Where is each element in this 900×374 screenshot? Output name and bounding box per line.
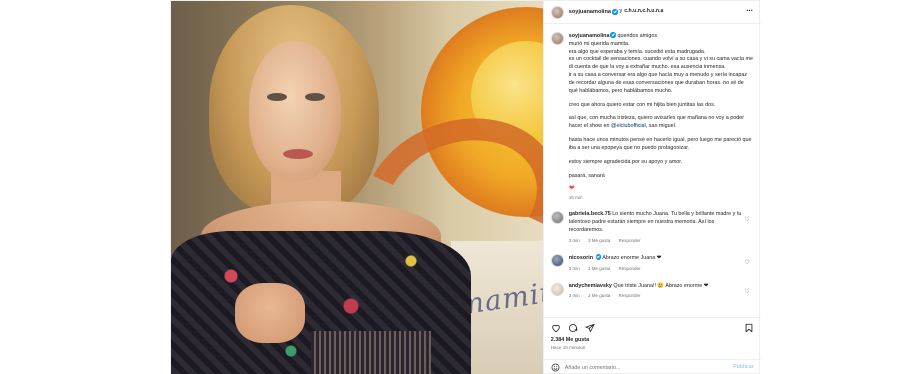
comment-time[interactable]: 3 min (569, 293, 580, 298)
caption-paragraph-5: estoy siempre agradecida por su apoyo y … (568, 158, 683, 165)
woman-right-eye (305, 93, 325, 101)
author-avatar[interactable] (550, 5, 564, 19)
comment-likes[interactable]: 2 Me gusta (588, 293, 610, 298)
comment-input[interactable] (564, 364, 705, 371)
post-actions: 2.384 Me gusta Hace 15 minutos (543, 317, 761, 359)
likes-count[interactable]: 2.384 Me gusta (551, 337, 754, 345)
caption-paragraph-1: soyjuanamolina queridos amigos murió mi … (569, 32, 754, 96)
heart-icon[interactable] (551, 323, 561, 333)
collaborator-username[interactable]: c.h.u.n.c.h.u.n.a (624, 8, 663, 16)
caption-paragraph-4: hasta hace unos minutos pensé en hacerlo… (568, 137, 752, 151)
comment-username[interactable]: andychemiavsky (569, 283, 612, 289)
comment-text: Abrazo enorme Juana ❤ (602, 255, 662, 262)
woman-hand (235, 283, 305, 343)
comment-reply-button[interactable]: Responder (619, 238, 641, 243)
post-header: soyjuanamolina y c.h.u.n.c.h.u.n.a ··· (543, 1, 761, 24)
commenter-verified-icon (595, 254, 601, 260)
caption-username[interactable]: soyjuanamolina (569, 33, 610, 39)
comments-scroll-area[interactable]: soyjuanamolina queridos amigos murió mi … (544, 27, 761, 317)
comment-text: Que triste Juana!! 😢 Abrazo enorme ❤ (613, 282, 709, 289)
collab-separator: y (619, 8, 623, 15)
verified-badge-icon (612, 9, 618, 15)
woman-face (249, 41, 341, 181)
caption-mention-suffix: , san miguel. (645, 123, 677, 130)
comment-reply-button[interactable]: Responder (619, 266, 641, 271)
comment-username[interactable]: nicosorin (569, 255, 593, 261)
caption-text-1: queridos amigos murió mi querida mamita.… (568, 33, 754, 94)
comment-like-heart-icon[interactable]: ♡ (744, 216, 749, 225)
action-icons-row (551, 321, 754, 335)
author-username[interactable]: soyjuanamolina (569, 8, 611, 16)
comment-reply-button[interactable]: Responder (619, 293, 641, 298)
caption-author-avatar[interactable] (550, 32, 564, 45)
comment-body: nicosorin Abrazo enorme Juana ❤ 3 min 1 … (569, 254, 744, 272)
commenter-avatar[interactable] (550, 254, 564, 268)
comment-item: nicosorin Abrazo enorme Juana ❤ 3 min 1 … (550, 254, 754, 272)
comment-meta: 3 min 2 Me gusta Responder (569, 293, 744, 300)
share-icon[interactable] (585, 323, 595, 333)
red-heart-emoji-icon: ❤ (568, 185, 575, 193)
comment-icon[interactable] (568, 323, 578, 333)
comment-likes[interactable]: 3 Me gusta (588, 238, 610, 243)
add-comment-bar: Publicar (543, 359, 761, 374)
woman-lips (283, 149, 313, 159)
comment-meta: 3 min 1 Me gusta Responder (569, 266, 744, 273)
caption-body: soyjuanamolina queridos amigos murió mi … (569, 32, 754, 201)
bookmark-icon[interactable] (744, 323, 754, 333)
comment-item: andychemiavsky Que triste Juana!! 😢 Abra… (550, 282, 754, 300)
woman-left-eye (267, 93, 287, 101)
instagram-post: mamita soyjuanamolina y c.h.u.n.c.h.u.n.… (170, 0, 761, 374)
comment-body: andychemiavsky Que triste Juana!! 😢 Abra… (569, 283, 744, 300)
shawl-fringe (311, 331, 431, 374)
comment-like-heart-icon[interactable]: ♡ (744, 288, 749, 297)
caption-paragraph-2: creo que ahora quiero estar con mi hijit… (568, 101, 716, 108)
commenter-avatar[interactable] (550, 282, 564, 296)
comment-time[interactable]: 3 min (569, 238, 580, 243)
comment-like-heart-icon[interactable]: ♡ (744, 259, 749, 268)
caption-paragraph-6: pasará, sanará (568, 172, 605, 179)
more-options-icon[interactable]: ··· (746, 5, 753, 17)
comment-time[interactable]: 3 min (569, 266, 580, 271)
comment-meta: 3 min 3 Me gusta Responder (569, 238, 744, 245)
comment-item: gabriela.beck.75 Lo siento mucho Juana. … (550, 211, 754, 244)
emoji-icon[interactable] (551, 363, 560, 372)
post-caption: soyjuanamolina queridos amigos murió mi … (550, 32, 754, 201)
commenter-avatar[interactable] (550, 211, 564, 225)
caption-time[interactable]: 15 min (569, 195, 754, 202)
post-side-panel: soyjuanamolina y c.h.u.n.c.h.u.n.a ··· s… (542, 1, 761, 374)
caption-verified-icon (610, 32, 616, 38)
publish-button[interactable]: Publicar (733, 364, 753, 372)
post-photo[interactable]: mamita (171, 1, 543, 374)
comment-username[interactable]: gabriela.beck.75 (569, 211, 611, 217)
caption-mention-link[interactable]: @elclubofficial (611, 123, 646, 129)
comment-likes[interactable]: 1 Me gusta (588, 266, 610, 271)
caption-paragraph-3: así que, con mucha tristeza, quiero avis… (569, 115, 754, 131)
post-time[interactable]: Hace 15 minutos (551, 345, 754, 352)
comment-body: gabriela.beck.75 Lo siento mucho Juana. … (569, 211, 744, 244)
